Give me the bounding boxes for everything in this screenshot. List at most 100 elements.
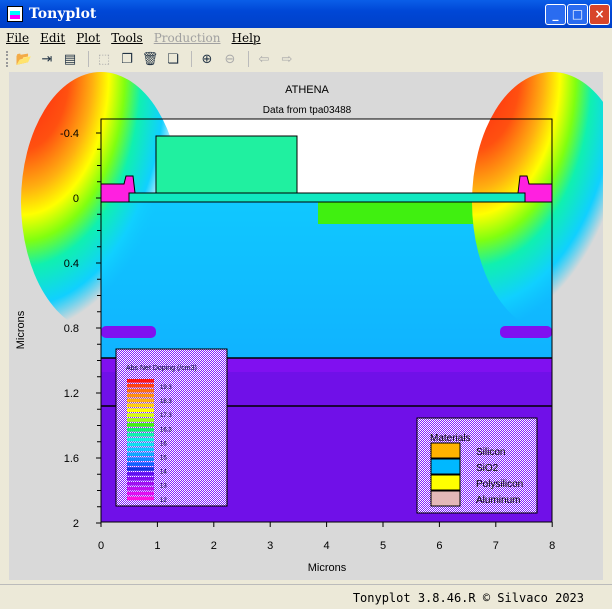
doping-legend-swatch — [127, 437, 154, 442]
doping-legend-title: Abs Net Doping (/cm3) — [126, 365, 197, 372]
menu-production: Production — [153, 30, 221, 45]
doping-legend-label: 19.3 — [160, 385, 172, 391]
separator — [88, 51, 89, 67]
doping-legend-swatch — [127, 398, 154, 403]
doping-legend-swatch — [127, 379, 154, 383]
duplicate-icon[interactable]: ❏ — [163, 50, 183, 68]
doping-legend-label: 13 — [160, 484, 167, 490]
x-tick-label: 1 — [154, 540, 160, 552]
y-tick-label: 2 — [73, 518, 79, 530]
window-title: Tonyplot — [29, 6, 97, 22]
doping-legend-swatch — [127, 388, 154, 393]
materials-legend[interactable]: Materials Silicon SiO2 Polysilicon Aluminum — [416, 417, 538, 514]
status-bar: Tonyplot 3.8.46.R © Silvaco 2023 — [0, 584, 612, 609]
y-axis-label: Microns — [15, 310, 27, 349]
select-icon: ⬚ — [97, 51, 111, 67]
material-label: Silicon — [476, 447, 505, 458]
channel-implant — [318, 202, 478, 224]
doping-legend-swatch — [127, 408, 154, 412]
open-icon[interactable]: 📂 — [14, 50, 34, 68]
doping-legend-swatch — [127, 428, 154, 432]
doping-legend-label: 16 — [160, 441, 167, 447]
doping-plot: ATHENA Data from tpa03488 0 1 2 3 4 5 6 7 8-0.40… — [15, 72, 612, 574]
doping-legend-swatch — [127, 472, 154, 476]
doping-legend-swatch — [127, 457, 154, 461]
doping-legend-swatch — [127, 442, 154, 447]
menu-bar: File Edit Plot Tools Production Help — [0, 28, 612, 47]
x-tick-label: 7 — [493, 540, 499, 552]
x-tick-label: 6 — [436, 540, 442, 552]
separator — [191, 51, 192, 67]
doping-legend[interactable]: Abs Net Doping (/cm3) 19.3 18.3 17.3 16.3 16… — [115, 348, 228, 507]
doping-legend-label: 14 — [160, 470, 167, 476]
doping-legend-label: 15 — [160, 456, 167, 462]
doping-legend-swatch — [127, 432, 154, 437]
x-tick-label: 8 — [549, 540, 555, 552]
toolbar-grip[interactable] — [6, 51, 10, 67]
doping-legend-swatch — [127, 462, 154, 466]
plot-subtitle: Data from tpa03488 — [263, 105, 352, 116]
x-tick-label: 3 — [267, 540, 273, 552]
menu-help[interactable]: Help — [232, 31, 261, 45]
next-icon: ⇨ — [281, 51, 293, 67]
zoom-in-icon[interactable]: ⊕ — [197, 50, 217, 68]
doping-legend-swatch — [127, 452, 154, 457]
gate-poly — [155, 135, 298, 195]
maximize-button[interactable]: □ — [567, 4, 588, 25]
separator — [248, 51, 249, 67]
doping-legend-swatch — [127, 418, 154, 422]
plot-canvas[interactable]: ATHENA Data from tpa03488 0 1 2 3 4 5 6 7 8 -0.4 0… — [9, 72, 612, 580]
app-icon — [7, 6, 23, 22]
doping-legend-swatch — [127, 496, 154, 501]
y-tick-label: 0.8 — [64, 323, 79, 335]
y-tick-label: 0 — [73, 193, 79, 205]
y-tick-label: 1.6 — [64, 453, 79, 465]
doping-legend-swatch — [127, 413, 154, 417]
doping-legend-swatch — [127, 477, 154, 481]
material-label: Polysilicon — [476, 479, 523, 490]
material-swatch — [430, 442, 461, 459]
doping-legend-label: 12 — [160, 498, 167, 504]
material-swatch — [430, 474, 461, 491]
print-icon[interactable]: ▤ — [60, 50, 80, 68]
y-tick-label: 0.4 — [64, 258, 79, 270]
doping-legend-label: 17.3 — [160, 413, 172, 419]
delete-icon[interactable]: 🗑 — [140, 50, 160, 68]
title-bar: Tonyplot _ □ × — [0, 0, 612, 28]
doping-legend-swatch — [127, 481, 154, 486]
doping-legend-swatch — [127, 403, 154, 408]
materials-legend-title: Materials — [430, 433, 471, 444]
doping-legend-swatch — [127, 423, 154, 427]
doping-legend-swatch — [127, 383, 154, 388]
doping-legend-label: 16.3 — [160, 427, 172, 433]
x-tick-label: 0 — [98, 540, 104, 552]
doping-legend-swatch — [127, 491, 154, 496]
gate-oxide — [128, 192, 526, 203]
menu-tools[interactable]: Tools — [111, 31, 143, 45]
doping-legend-swatch — [127, 393, 154, 398]
x-tick-label: 4 — [324, 540, 330, 552]
doping-legend-swatch — [127, 447, 154, 452]
doping-legend-swatch — [127, 486, 154, 491]
zoom-out-icon: ⊖ — [224, 51, 236, 67]
x-tick-label: 5 — [380, 540, 386, 552]
menu-edit[interactable]: Edit — [40, 31, 65, 45]
copy-icon[interactable]: ❐ — [117, 50, 137, 68]
material-swatch — [430, 458, 461, 475]
material-swatch — [430, 490, 461, 507]
x-axis-label: Microns — [308, 562, 347, 574]
doping-legend-label: 18.3 — [160, 399, 172, 405]
doping-legend-swatch — [127, 467, 154, 471]
material-label: SiO2 — [476, 463, 499, 474]
x-tick-label: 2 — [211, 540, 217, 552]
close-button[interactable]: × — [589, 4, 610, 25]
y-tick-label: 1.2 — [64, 388, 79, 400]
minimize-button[interactable]: _ — [545, 4, 566, 25]
material-label: Aluminum — [476, 495, 520, 506]
y-tick-label: -0.4 — [60, 128, 79, 140]
menu-file[interactable]: File — [6, 31, 29, 45]
plot-title: ATHENA — [285, 84, 329, 96]
import-icon[interactable]: ⇥ — [37, 50, 57, 68]
previous-icon: ⇦ — [258, 51, 270, 67]
menu-plot[interactable]: Plot — [76, 31, 100, 45]
